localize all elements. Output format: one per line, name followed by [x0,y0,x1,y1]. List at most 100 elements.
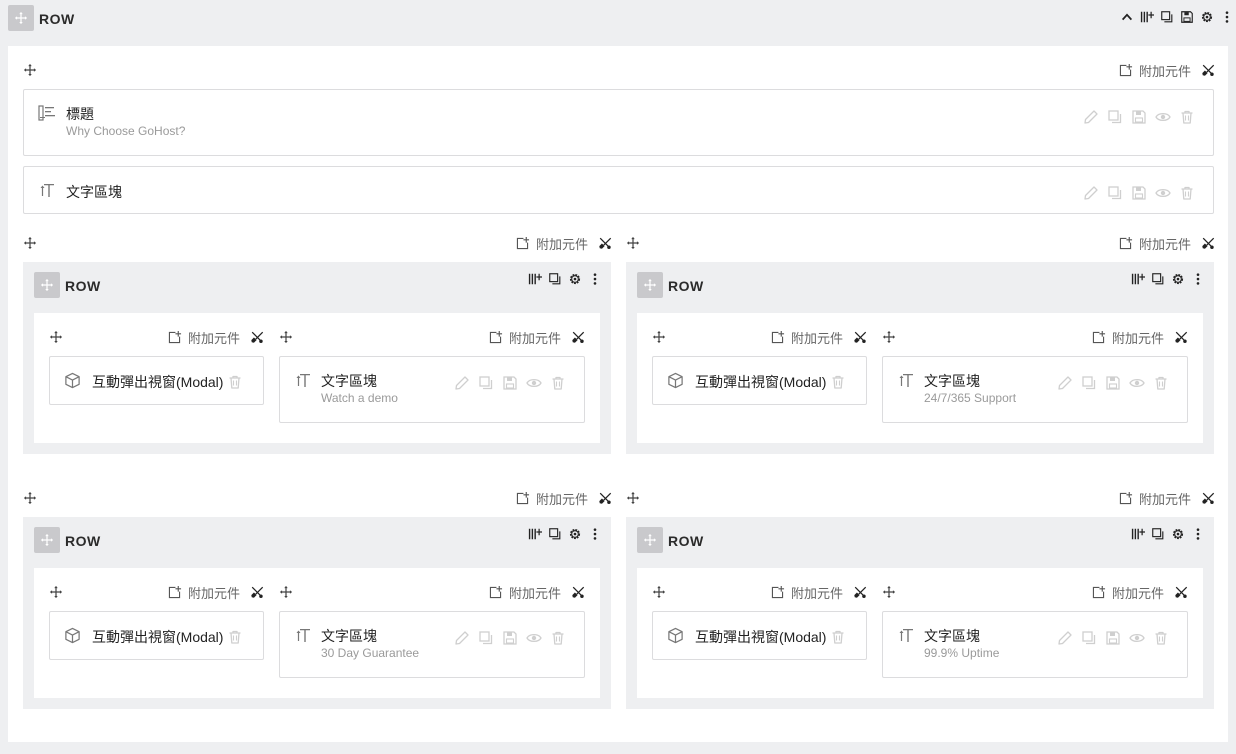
column-move-icon[interactable] [279,585,293,599]
add-component-icon[interactable] [1091,585,1106,600]
add-column-icon[interactable] [1140,10,1154,24]
modal-card[interactable]: 互動彈出視窗(Modal) [652,356,867,405]
text-block-card[interactable]: 文字區塊 24/7/365 Support [882,356,1188,423]
heading-card[interactable]: 標題 Why Choose GoHost? [23,89,1214,156]
add-component-icon[interactable] [770,585,785,600]
add-component-label[interactable]: 附加元件 [1139,61,1191,80]
text-block-card[interactable]: 文字區塊 99.9% Uptime [882,611,1188,678]
duplicate-icon[interactable] [548,527,562,541]
column-move-icon[interactable] [652,330,666,344]
gear-icon[interactable] [568,272,582,286]
eye-icon[interactable] [1155,109,1171,125]
eye-icon[interactable] [1129,630,1145,646]
column-move-icon[interactable] [652,585,666,599]
pencil-icon[interactable] [1057,630,1073,646]
tools-icon[interactable] [598,236,612,250]
column-move-icon[interactable] [626,491,640,505]
tools-icon[interactable] [1174,585,1188,599]
add-component-label[interactable]: 附加元件 [791,583,843,602]
duplicate-icon[interactable] [1151,272,1165,286]
eye-icon[interactable] [1129,375,1145,391]
pencil-icon[interactable] [454,630,470,646]
eye-icon[interactable] [526,375,542,391]
add-component-label[interactable]: 附加元件 [188,583,240,602]
add-component-icon[interactable] [515,236,530,251]
trash-icon[interactable] [227,374,243,390]
eye-icon[interactable] [1155,185,1171,201]
text-block-card[interactable]: 文字區塊 [23,166,1214,214]
add-component-label[interactable]: 附加元件 [1139,489,1191,508]
add-component-icon[interactable] [167,330,182,345]
copy-icon[interactable] [478,630,494,646]
save-icon[interactable] [1105,630,1121,646]
add-column-icon[interactable] [1131,527,1145,541]
add-component-label[interactable]: 附加元件 [1112,583,1164,602]
more-icon[interactable] [588,527,602,541]
row-drag-handle[interactable] [8,5,34,31]
save-icon[interactable] [502,375,518,391]
text-block-card[interactable]: 文字區塊 Watch a demo [279,356,585,423]
column-move-icon[interactable] [626,236,640,250]
gear-icon[interactable] [1200,10,1214,24]
tools-icon[interactable] [1201,63,1215,77]
gear-icon[interactable] [568,527,582,541]
tools-icon[interactable] [598,491,612,505]
trash-icon[interactable] [227,629,243,645]
save-icon[interactable] [1131,109,1147,125]
pencil-icon[interactable] [1083,109,1099,125]
row-drag-handle[interactable] [34,272,60,298]
copy-icon[interactable] [1081,375,1097,391]
save-icon[interactable] [1180,10,1194,24]
modal-card[interactable]: 互動彈出視窗(Modal) [49,356,264,405]
add-component-label[interactable]: 附加元件 [509,583,561,602]
add-component-label[interactable]: 附加元件 [509,328,561,347]
add-column-icon[interactable] [528,527,542,541]
tools-icon[interactable] [571,330,585,344]
add-component-label[interactable]: 附加元件 [536,489,588,508]
column-move-icon[interactable] [49,330,63,344]
add-component-label[interactable]: 附加元件 [1112,328,1164,347]
copy-icon[interactable] [1081,630,1097,646]
more-icon[interactable] [1220,10,1234,24]
tools-icon[interactable] [853,585,867,599]
add-component-label[interactable]: 附加元件 [536,234,588,253]
tools-icon[interactable] [1201,491,1215,505]
copy-icon[interactable] [1107,185,1123,201]
trash-icon[interactable] [830,374,846,390]
gear-icon[interactable] [1171,527,1185,541]
pencil-icon[interactable] [454,375,470,391]
add-component-icon[interactable] [488,585,503,600]
duplicate-icon[interactable] [1151,527,1165,541]
add-component-icon[interactable] [1118,236,1133,251]
add-column-icon[interactable] [528,272,542,286]
pencil-icon[interactable] [1083,185,1099,201]
more-icon[interactable] [1191,527,1205,541]
column-move-icon[interactable] [882,585,896,599]
duplicate-icon[interactable] [548,272,562,286]
row-drag-handle[interactable] [637,527,663,553]
add-component-label[interactable]: 附加元件 [1139,234,1191,253]
modal-card[interactable]: 互動彈出視窗(Modal) [652,611,867,660]
column-move-icon[interactable] [49,585,63,599]
add-component-icon[interactable] [1118,491,1133,506]
modal-card[interactable]: 互動彈出視窗(Modal) [49,611,264,660]
more-icon[interactable] [588,272,602,286]
more-icon[interactable] [1191,272,1205,286]
row-drag-handle[interactable] [637,272,663,298]
trash-icon[interactable] [550,630,566,646]
column-move-icon[interactable] [882,330,896,344]
chevron-up-icon[interactable] [1120,10,1134,24]
add-component-icon[interactable] [167,585,182,600]
add-component-icon[interactable] [515,491,530,506]
add-column-icon[interactable] [1131,272,1145,286]
tools-icon[interactable] [1201,236,1215,250]
tools-icon[interactable] [250,585,264,599]
add-component-label[interactable]: 附加元件 [791,328,843,347]
tools-icon[interactable] [571,585,585,599]
trash-icon[interactable] [550,375,566,391]
column-move-icon[interactable] [23,491,37,505]
add-component-icon[interactable] [770,330,785,345]
save-icon[interactable] [1131,185,1147,201]
trash-icon[interactable] [1179,185,1195,201]
trash-icon[interactable] [1179,109,1195,125]
